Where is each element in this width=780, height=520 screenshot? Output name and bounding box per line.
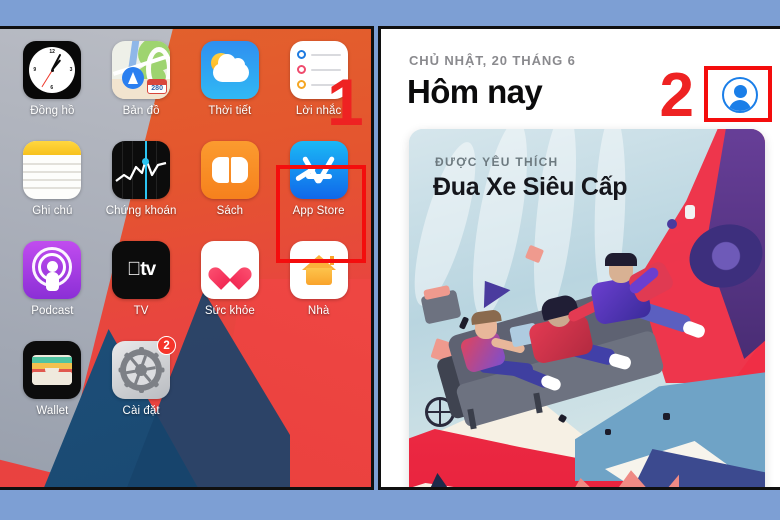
app-settings[interactable]: 2 Cài đặt xyxy=(97,336,186,441)
app-wallet[interactable]: Wallet xyxy=(8,341,97,441)
page-title: Hôm nay xyxy=(407,73,543,110)
card-eyebrow-label: ĐƯỢC YÊU THÍCH xyxy=(435,155,559,169)
maps-icon: 280 xyxy=(112,41,171,99)
app-podcasts[interactable]: Podcast xyxy=(8,241,97,341)
card-debris xyxy=(685,205,695,219)
highway-badge: 280 xyxy=(147,79,168,94)
app-label: Sách xyxy=(216,205,244,217)
app-label: Podcast xyxy=(31,305,74,317)
apple-logo-tv-text: tv xyxy=(127,259,156,280)
settings-icon: 2 xyxy=(112,336,177,399)
app-row: 12 3 6 9 Đồng hồ 280 Bản đồ Thời tiết Lờ… xyxy=(8,41,363,141)
app-label: Thời tiết xyxy=(208,105,252,117)
annotation-step-1: 1 xyxy=(327,65,364,139)
gear-icon xyxy=(118,347,165,393)
app-label: Nhà xyxy=(307,305,330,317)
app-notes[interactable]: Ghi chú xyxy=(8,141,97,241)
tutorial-screenshot: 12 3 6 9 Đồng hồ 280 Bản đồ Thời tiết Lờ… xyxy=(0,0,780,520)
card-debris xyxy=(667,219,677,229)
app-health[interactable]: Sức khỏe xyxy=(186,241,275,341)
app-label: Bản đồ xyxy=(122,105,160,117)
clock-icon: 12 3 6 9 xyxy=(23,41,82,99)
card-headline: Đua Xe Siêu Cấp xyxy=(433,173,628,201)
ios-home-screen-panel: 12 3 6 9 Đồng hồ 280 Bản đồ Thời tiết Lờ… xyxy=(0,26,374,490)
app-label: Wallet xyxy=(36,405,69,417)
app-label: Cài đặt xyxy=(122,405,160,417)
app-clock[interactable]: 12 3 6 9 Đồng hồ xyxy=(8,41,97,141)
cloud-icon xyxy=(212,54,249,82)
books-icon xyxy=(200,141,259,199)
account-avatar-icon[interactable] xyxy=(722,77,758,113)
app-label: Đồng hồ xyxy=(30,105,75,117)
podcasts-icon xyxy=(23,241,82,299)
notification-badge: 2 xyxy=(157,336,177,355)
app-weather[interactable]: Thời tiết xyxy=(186,41,275,141)
app-label: Ghi chú xyxy=(32,205,73,217)
card-debris xyxy=(605,429,611,435)
app-books[interactable]: Sách xyxy=(186,141,275,241)
app-store-today-panel: CHỦ NHẬT, 20 THÁNG 6 Hôm nay 2 ĐƯỢC YÊU … xyxy=(378,26,780,490)
today-date-label: CHỦ NHẬT, 20 THÁNG 6 xyxy=(409,53,576,68)
notes-icon xyxy=(23,141,82,199)
wallet-icon xyxy=(23,341,82,399)
health-icon xyxy=(200,241,259,299)
annotation-box-app-store xyxy=(276,165,366,263)
heart-icon xyxy=(217,258,243,282)
app-maps[interactable]: 280 Bản đồ xyxy=(97,41,186,141)
navigation-arrow-icon xyxy=(122,67,145,89)
app-row: Wallet 2 Cài đặt xyxy=(8,336,363,441)
annotation-step-2: 2 xyxy=(659,61,694,130)
weather-icon xyxy=(200,41,259,99)
app-label: Chứng khoán xyxy=(105,205,177,217)
featured-story-card[interactable]: ĐƯỢC YÊU THÍCH Đua Xe Siêu Cấp xyxy=(409,129,765,487)
app-label: TV xyxy=(133,305,149,317)
app-label: Sức khỏe xyxy=(204,305,255,317)
clock-face: 12 3 6 9 xyxy=(29,47,76,93)
card-rider xyxy=(587,253,707,385)
highway-number: 280 xyxy=(151,85,163,92)
app-tv[interactable]: tv TV xyxy=(97,241,186,341)
apple-tv-icon: tv xyxy=(112,241,171,299)
stocks-icon xyxy=(112,141,171,199)
app-stocks[interactable]: Chứng khoán xyxy=(97,141,186,241)
